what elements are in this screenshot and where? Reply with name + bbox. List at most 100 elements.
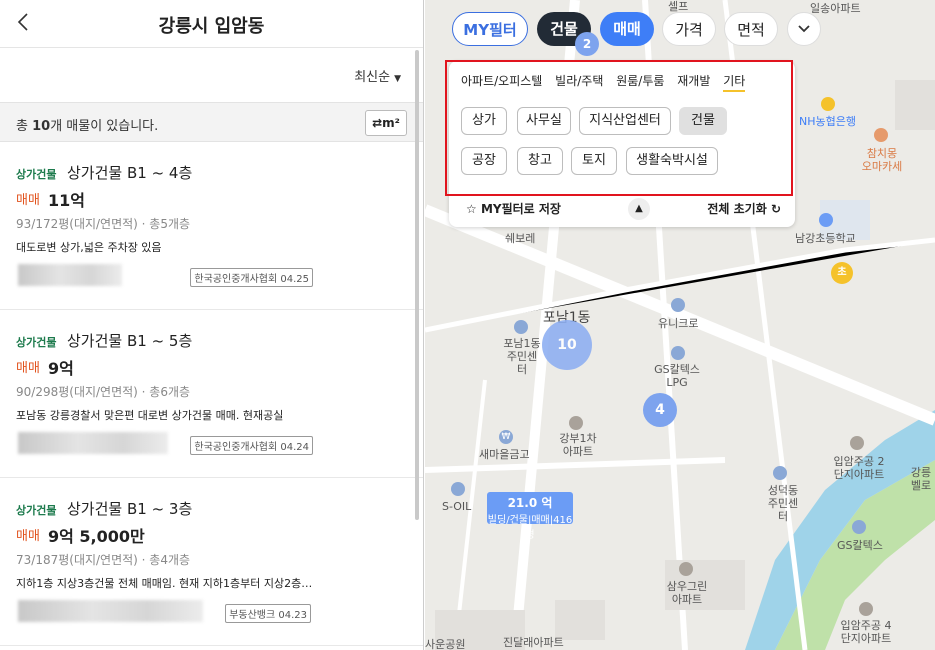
scrollbar[interactable] (415, 50, 419, 520)
listing-area: 73/187평(대지/연면적) · 총4개층 (16, 553, 191, 567)
map-label: 진달래아파트 (503, 636, 564, 649)
listing-area: 93/172평(대지/연면적) · 총5개층 (16, 217, 191, 231)
price-pin[interactable]: 21.0 억 빌딩/건물|매매|416평 (487, 492, 573, 541)
page-title: 강릉시 입암동 (158, 16, 265, 37)
price-pin-sub: 빌딩/건물|매매|416평 (487, 515, 573, 541)
header: 강릉시 입암동 (0, 0, 423, 48)
caret-down-icon: ▼ (394, 74, 401, 84)
listing-item[interactable]: 상가건물 상가건물 B1 ~ 4층 매매 11억 93/172평(대지/연면적)… (0, 142, 423, 310)
government-icon (773, 466, 787, 480)
apartment-icon (569, 416, 583, 430)
map-label: GS칼텍스 (837, 539, 883, 552)
bank-icon (821, 97, 835, 111)
blurred-agent-info (18, 432, 168, 454)
area-filter-button[interactable]: 면적 (724, 12, 778, 46)
star-icon: ☆ (466, 202, 481, 216)
listing-description: 포남동 강릉경찰서 맞은편 대로변 상가건물 매매. 현재공실 (16, 409, 284, 422)
listing-area: 90/298평(대지/연면적) · 총6개층 (16, 385, 191, 399)
listing-description: 지하1층 지상3층건물 전체 매매임. 현재 지하1층부터 지상2층… (16, 577, 313, 590)
bank-won-icon: ₩ (499, 430, 513, 444)
listing-cluster[interactable]: 4 (643, 393, 677, 427)
government-icon (514, 320, 528, 334)
listing-cluster[interactable]: 2 (575, 32, 599, 56)
listing-price: 9억 (48, 359, 74, 378)
map-label: 삼우그린 아파트 (666, 580, 708, 606)
listing-deal-type: 매매 (16, 529, 40, 544)
listing-item[interactable]: 상가건물 상가건물 B1 ~ 5층 매매 9억 90/298평(대지/연면적) … (0, 310, 423, 478)
listing-count: 총 10개 매물이 있습니다. (16, 115, 158, 134)
agency-badge: 한국공인중개사협회 04.24 (190, 436, 313, 455)
store-icon (671, 298, 685, 312)
map-label: 참치몽 오마카세 (861, 147, 903, 173)
blurred-agent-info (18, 264, 122, 286)
unit-label: m² (382, 116, 400, 130)
school-badge[interactable]: 초 (831, 262, 853, 284)
map-label: 쉐보레 (505, 232, 536, 245)
apartment-icon (850, 436, 864, 450)
map-label: 셀프 (668, 0, 689, 13)
listing-type: 상가건물 (16, 168, 57, 181)
collapse-button[interactable]: ▲ (628, 198, 650, 220)
filter-footer: ☆ MY필터로 저장 ▲ 전체 초기화 ↻ (449, 195, 795, 227)
apartment-icon (679, 562, 693, 576)
listing-title: 상가건물 B1 ~ 4층 (67, 164, 193, 182)
listing-deal-type: 매매 (16, 193, 40, 208)
map-label: NH농협은행 (799, 115, 856, 128)
listing-price: 9억 5,000만 (48, 527, 145, 546)
agency-badge: 부동산뱅크 04.23 (225, 604, 311, 623)
map-label: 강부1차 아파트 (559, 432, 597, 458)
restaurant-icon (874, 128, 888, 142)
price-filter-button[interactable]: 가격 (662, 12, 716, 46)
count-number: 10 (32, 119, 51, 134)
count-prefix: 총 (16, 119, 33, 134)
map-label: 유니크로 (658, 317, 699, 330)
map-label: S-OIL (442, 500, 472, 513)
school-icon (819, 213, 833, 227)
listing-price: 11억 (48, 191, 85, 210)
map-label: 포남1동 주민센터 (503, 337, 541, 376)
listing-title: 상가건물 B1 ~ 3층 (67, 500, 193, 518)
price-pin-value: 21.0 억 (507, 496, 553, 510)
listing-panel: 강릉시 입암동 최신순 ▼ 총 10개 매물이 있습니다. ⇄m² 상가건물 상가… (0, 0, 424, 650)
unit-toggle-button[interactable]: ⇄m² (365, 110, 407, 136)
my-filter-button[interactable]: MY필터 (452, 12, 528, 46)
reset-all-button[interactable]: 전체 초기화 ↻ (707, 200, 781, 217)
listing-type: 상가건물 (16, 336, 57, 349)
apartment-icon (859, 602, 873, 616)
listing-type: 상가건물 (16, 504, 57, 517)
listing-cluster[interactable]: 10 (542, 320, 592, 370)
map-label: 새마을금고 (479, 448, 530, 461)
chevron-down-icon (798, 25, 810, 33)
sort-dropdown[interactable]: 최신순 ▼ (354, 66, 401, 85)
deal-filter-button[interactable]: 매매 (600, 12, 654, 46)
listing-deal-type: 매매 (16, 361, 40, 376)
map-label: 남강초등학교 (795, 232, 856, 245)
gas-station-icon (671, 346, 685, 360)
map-label: 성덕동 주민센터 (767, 484, 799, 523)
sort-label: 최신순 (354, 70, 391, 85)
highlight-box (445, 60, 793, 196)
map-label: GS칼텍스 LPG (654, 363, 700, 389)
sort-bar: 최신순 ▼ (0, 48, 423, 102)
save-my-filter-button[interactable]: ☆ MY필터로 저장 (466, 200, 561, 217)
reset-label: 전체 초기화 (707, 202, 767, 216)
map-label: 입암주공 4단지아파트 (840, 619, 892, 645)
swap-icon: ⇄ (372, 116, 383, 130)
gas-station-icon (852, 520, 866, 534)
map-label: 일송아파트 (810, 2, 861, 15)
listing-item[interactable]: 상가건물 상가건물 B1 ~ 3층 매매 9억 5,000만 73/187평(대… (0, 478, 423, 646)
listing-title: 상가건물 B1 ~ 5층 (67, 332, 193, 350)
save-label: MY필터로 저장 (480, 202, 561, 216)
map-label: 사운공원 (425, 638, 466, 650)
map-label: 입암주공 2단지아파트 (833, 455, 885, 481)
refresh-icon: ↻ (766, 202, 781, 216)
map-label: 강릉 벨로 (910, 466, 932, 492)
blurred-agent-info (18, 600, 203, 622)
chevron-up-icon: ▲ (635, 203, 643, 214)
gas-station-icon (451, 482, 465, 496)
count-bar: 총 10개 매물이 있습니다. ⇄m² (0, 102, 423, 142)
more-filters-button[interactable] (787, 12, 821, 46)
agency-badge: 한국공인중개사협회 04.25 (190, 268, 313, 287)
count-suffix: 개 매물이 있습니다. (50, 119, 159, 134)
map-view[interactable]: MY필터 건물 매매 가격 면적 셀프 일송아파트 NH농협은행 참치몽 오마카… (425, 0, 935, 650)
